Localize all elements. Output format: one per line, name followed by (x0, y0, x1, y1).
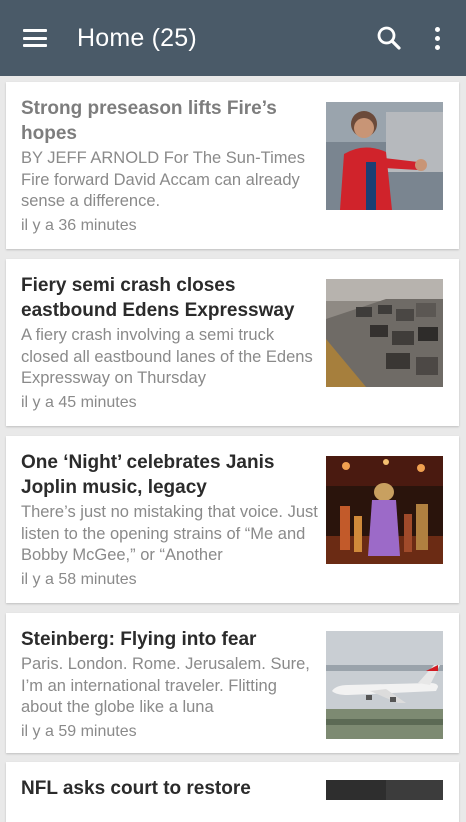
article-headline: Steinberg: Flying into fear (21, 629, 257, 650)
article-card[interactable]: NFL asks court to restore (6, 762, 459, 822)
more-options-button[interactable] (414, 0, 460, 76)
article-headline: NFL asks court to restore (21, 778, 251, 799)
menu-button[interactable] (4, 0, 66, 76)
article-time: il y a 59 minutes (21, 723, 137, 740)
article-thumbnail (326, 279, 443, 387)
hamburger-menu-icon (23, 29, 47, 47)
article-time: il y a 45 minutes (21, 394, 137, 411)
more-vertical-icon (434, 26, 440, 50)
search-icon (377, 26, 401, 50)
article-thumbnail (326, 456, 443, 564)
article-thumbnail (326, 780, 443, 800)
article-time: il y a 58 minutes (21, 571, 137, 588)
article-card[interactable]: Fiery semi crash closes eastbound Edens … (6, 259, 459, 426)
article-card[interactable]: One ‘Night’ celebrates Janis Joplin musi… (6, 436, 459, 603)
article-headline: One ‘Night’ celebrates Janis Joplin musi… (21, 452, 275, 498)
article-thumbnail (326, 102, 443, 210)
article-snippet: There’s just no mistaking that voice. Ju… (21, 503, 318, 564)
article-thumbnail (326, 631, 443, 739)
search-button[interactable] (364, 0, 414, 76)
article-card[interactable]: Steinberg: Flying into fear Paris. Londo… (6, 613, 459, 753)
article-card[interactable]: Strong preseason lifts Fire’s hopes BY J… (6, 82, 459, 249)
article-snippet: BY JEFF ARNOLD For The Sun-Times Fire fo… (21, 149, 305, 210)
app-bar: Home (25) (0, 0, 466, 76)
article-snippet: Paris. London. Rome. Jerusalem. Sure, I’… (21, 655, 310, 716)
page-title: Home (25) (77, 23, 197, 52)
article-headline: Strong preseason lifts Fire’s hopes (21, 98, 277, 144)
article-snippet: A fiery crash involving a semi truck clo… (21, 326, 313, 387)
article-headline: Fiery semi crash closes eastbound Edens … (21, 275, 295, 321)
article-time: il y a 36 minutes (21, 217, 137, 234)
